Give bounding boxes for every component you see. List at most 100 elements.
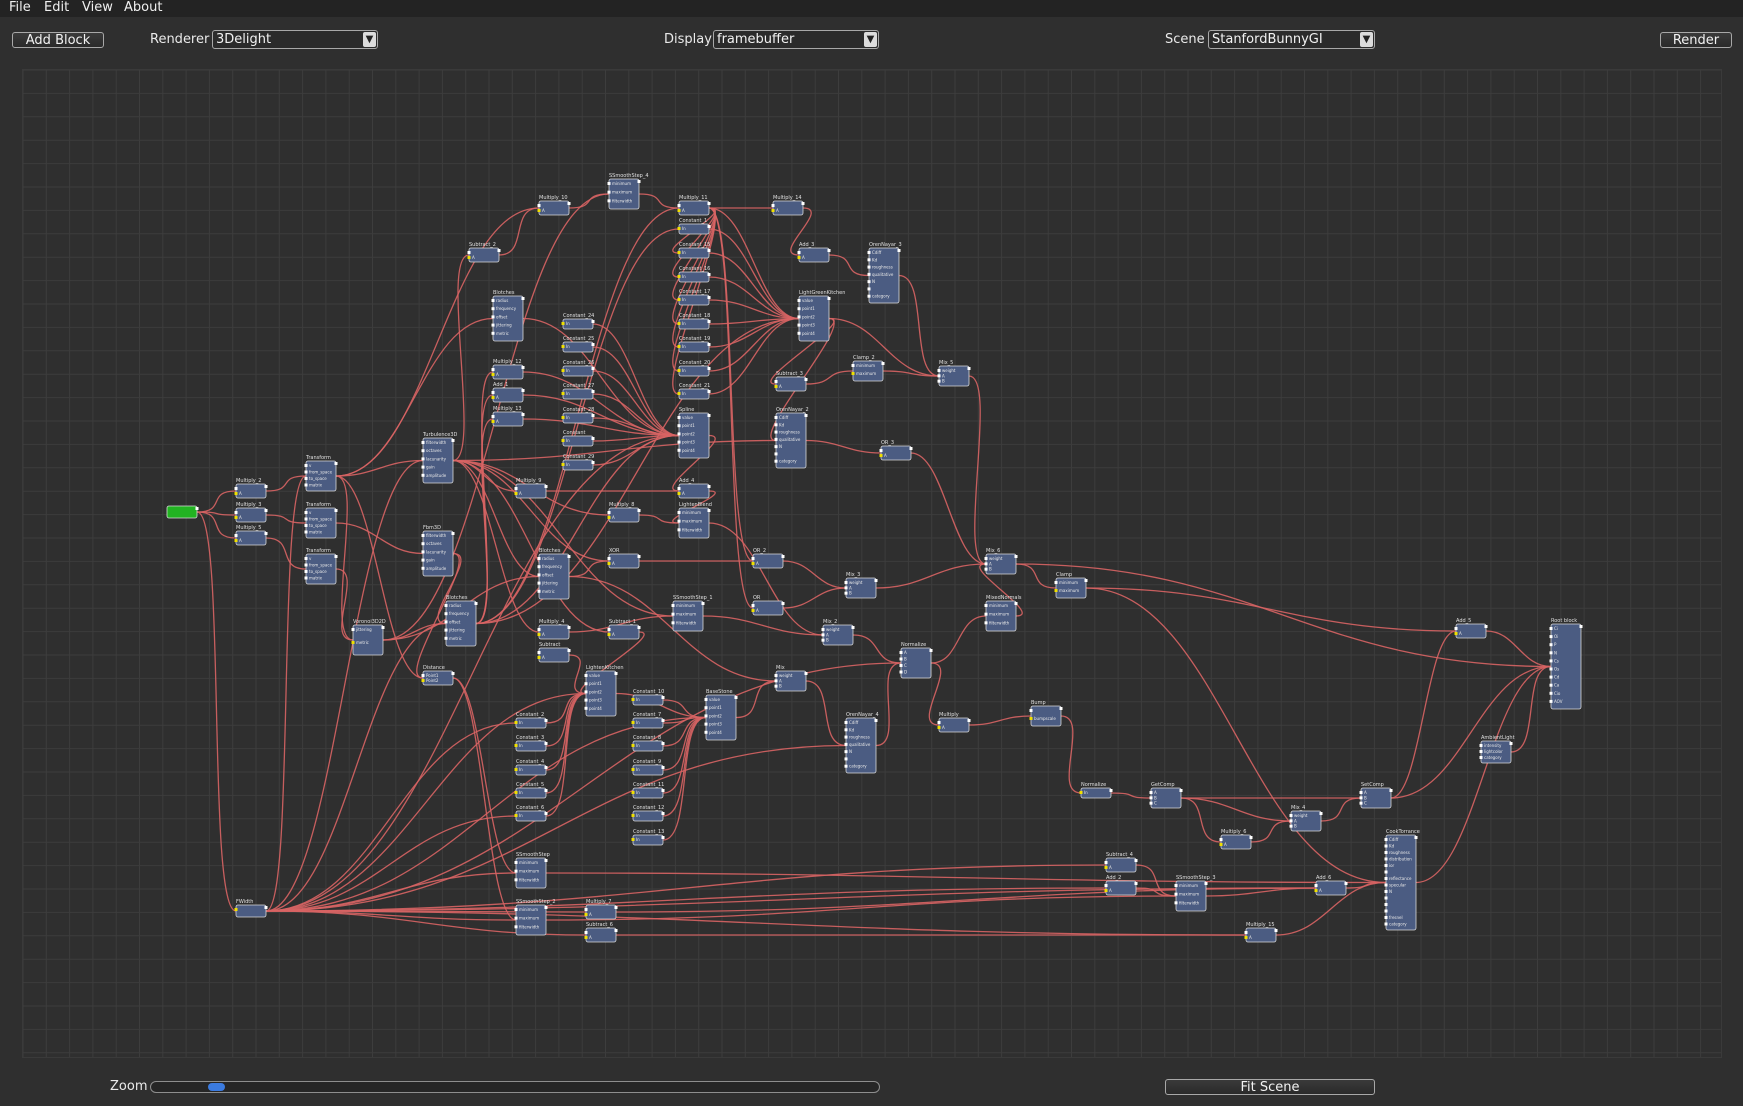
input-port[interactable]	[514, 721, 518, 724]
input-port[interactable]	[774, 437, 778, 441]
input-port[interactable]	[844, 750, 848, 754]
input-port[interactable]	[1054, 589, 1058, 592]
node-tr3[interactable]: Transformvfrom_spaceto_spacematrix	[304, 548, 338, 585]
node-blo3[interactable]: Blotches radius frequency offset jittering me…	[537, 548, 571, 600]
output-port[interactable]	[567, 202, 571, 205]
output-port[interactable]	[707, 320, 711, 323]
input-port[interactable]	[1479, 744, 1483, 747]
input-port[interactable]	[304, 483, 308, 487]
node-bump[interactable]: Bump bumpscale	[1029, 700, 1063, 727]
input-port[interactable]	[821, 628, 825, 631]
output-port[interactable]	[591, 343, 595, 346]
input-port[interactable]	[1104, 861, 1108, 864]
output-port[interactable]	[1014, 602, 1018, 605]
output-port[interactable]	[637, 555, 641, 558]
input-port[interactable]	[797, 299, 801, 302]
output-port[interactable]	[521, 413, 525, 416]
output-port[interactable]	[497, 249, 501, 252]
input-port[interactable]	[631, 698, 635, 701]
input-port[interactable]	[584, 931, 588, 934]
input-port[interactable]	[351, 641, 355, 644]
input-port[interactable]	[491, 315, 495, 319]
input-port[interactable]	[631, 838, 635, 841]
node-mu[interactable]: Multiply A	[937, 712, 971, 733]
input-port[interactable]	[421, 457, 425, 461]
input-port[interactable]	[421, 473, 425, 477]
output-port[interactable]	[521, 389, 525, 392]
node-norm[interactable]: Normalize In	[1079, 782, 1113, 799]
input-port[interactable]	[797, 256, 801, 259]
input-port[interactable]	[421, 542, 425, 546]
output-port[interactable]	[707, 509, 711, 512]
output-port[interactable]	[544, 859, 548, 862]
node-q3[interactable]: Constant_3 In	[514, 735, 548, 752]
input-port[interactable]	[491, 373, 495, 376]
node-tur[interactable]: Turbulence3D filterwidth octaves lacunarity…	[421, 432, 458, 484]
node-q4[interactable]: Constant_4 In	[514, 759, 548, 776]
input-port[interactable]	[899, 664, 903, 667]
input-port[interactable]	[677, 511, 681, 514]
node-ct[interactable]: CookTorrance Cdiff Kdroughness distribution…	[1384, 829, 1420, 931]
output-port[interactable]	[591, 437, 595, 440]
input-port[interactable]	[937, 721, 941, 724]
input-port[interactable]	[1454, 632, 1458, 635]
input-port[interactable]	[607, 628, 611, 631]
node-q10[interactable]: Constant_9 In	[631, 759, 665, 776]
input-port[interactable]	[584, 698, 588, 702]
node-blo2[interactable]: Blotches radius frequency offset jittering me…	[444, 595, 478, 647]
input-port[interactable]	[421, 534, 425, 537]
input-port[interactable]	[584, 682, 588, 686]
node-c18[interactable]: Constant_18 In	[677, 313, 711, 330]
input-port[interactable]	[491, 391, 495, 394]
chevron-down-icon[interactable]: ▼	[864, 32, 877, 47]
input-port[interactable]	[234, 516, 238, 519]
input-port[interactable]	[1479, 750, 1483, 753]
input-port[interactable]	[677, 528, 681, 532]
node-c1[interactable]: Constant_1 In	[677, 218, 711, 235]
input-port[interactable]	[677, 209, 681, 212]
node-xor[interactable]: XOR A	[607, 548, 641, 569]
input-port[interactable]	[444, 620, 448, 624]
input-port[interactable]	[677, 298, 681, 301]
input-port[interactable]	[677, 227, 681, 230]
input-port[interactable]	[774, 430, 778, 434]
input-port[interactable]	[607, 557, 611, 560]
output-port[interactable]	[661, 766, 665, 769]
node-m10[interactable]: Multiply_10 A	[537, 195, 571, 216]
node-k29[interactable]: Constant In	[561, 430, 595, 447]
fit-scene-button[interactable]: Fit Scene	[1165, 1079, 1375, 1095]
output-port[interactable]	[827, 297, 831, 300]
node-k26[interactable]: Constant_26 In	[561, 360, 595, 377]
input-port[interactable]	[537, 633, 541, 636]
input-port[interactable]	[1029, 717, 1033, 720]
input-port[interactable]	[537, 656, 541, 659]
input-port[interactable]	[561, 322, 565, 325]
input-port[interactable]	[304, 511, 308, 514]
output-port[interactable]	[707, 225, 711, 228]
node-fw[interactable]: FWidth	[234, 899, 268, 918]
input-port[interactable]	[304, 524, 308, 527]
input-port[interactable]	[899, 651, 903, 654]
input-port[interactable]	[671, 612, 675, 616]
input-port[interactable]	[1359, 796, 1363, 800]
input-port[interactable]	[467, 256, 471, 259]
node-sg4[interactable]: SSmoothStep_4minimum maximum filterwidth	[607, 173, 649, 210]
input-port[interactable]	[1549, 651, 1553, 655]
input-port[interactable]	[844, 735, 848, 739]
input-port[interactable]	[631, 721, 635, 724]
output-port[interactable]	[781, 602, 785, 605]
input-port[interactable]	[677, 440, 681, 444]
node-sub4[interactable]: Subtract_4 A	[1104, 852, 1138, 873]
output-port[interactable]	[567, 649, 571, 652]
input-port[interactable]	[631, 814, 635, 817]
node-clamp2[interactable]: Clamp_2minimum maximum	[851, 355, 885, 382]
display-select[interactable]: framebuffer ▼	[713, 30, 879, 49]
input-port[interactable]	[844, 586, 848, 590]
output-port[interactable]	[804, 414, 808, 417]
input-port[interactable]	[444, 604, 448, 607]
chevron-down-icon[interactable]: ▼	[363, 32, 376, 47]
output-port[interactable]	[591, 367, 595, 370]
input-port[interactable]	[677, 424, 681, 428]
input-port[interactable]	[774, 423, 778, 427]
node-k24[interactable]: Constant_24 In	[561, 313, 595, 330]
